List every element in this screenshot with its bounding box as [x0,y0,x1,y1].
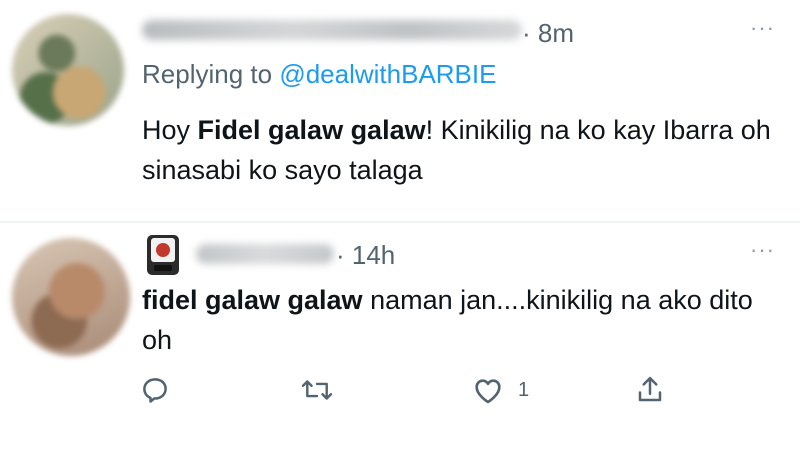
retweet-button[interactable] [300,375,334,405]
avatar[interactable] [12,14,124,126]
tweet-text-part: Hoy [142,115,198,145]
like-icon [475,379,501,404]
like-button[interactable]: 1 [472,375,529,405]
mention-link[interactable]: @dealwithBARBIE [279,59,496,89]
badge-icon [147,235,179,275]
like-count: 1 [518,378,530,401]
tweet-text-bold: fidel galaw galaw [142,285,363,315]
tweet-text-bold: Fidel galaw galaw [197,115,426,145]
tweet-text: fidel galaw galaw naman jan....kinikilig… [142,280,782,360]
reply-icon [143,378,167,403]
timestamp[interactable]: · 14h [336,240,395,270]
replying-to: Replying to @dealwithBARBIE [142,58,496,90]
share-button[interactable] [636,375,664,405]
avatar[interactable] [12,238,130,356]
more-icon[interactable]: ··· [750,17,775,39]
replying-label: Replying to [142,59,280,89]
timestamp[interactable]: · 8m [522,18,574,48]
blurred-username[interactable] [196,244,334,264]
tweet-1[interactable]: · 8m ··· Replying to @dealwithBARBIE Hoy… [0,0,800,222]
reply-button[interactable] [140,375,170,405]
share-icon [638,376,662,402]
tweet-text: Hoy Fidel galaw galaw! Kinikilig na ko k… [142,110,782,190]
more-icon[interactable]: ··· [750,239,775,261]
retweet-icon [301,380,333,400]
blurred-username[interactable] [142,20,522,40]
